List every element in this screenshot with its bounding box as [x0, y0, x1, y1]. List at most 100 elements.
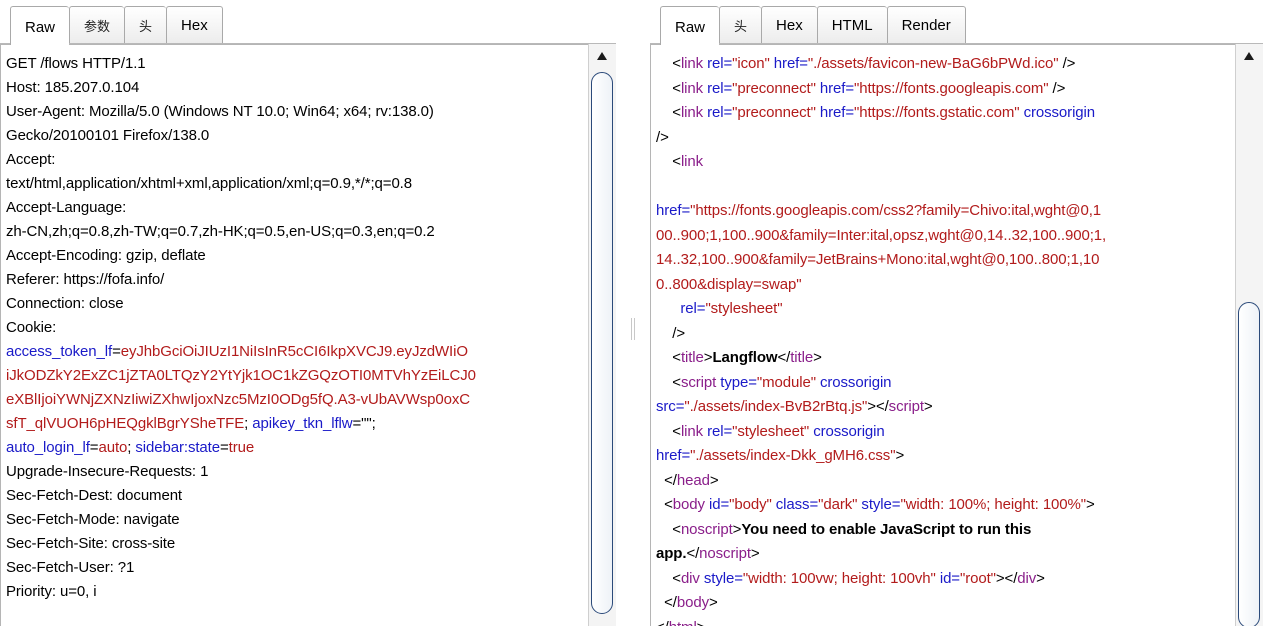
response-token: "body"	[729, 496, 772, 513]
response-token: />	[656, 128, 669, 146]
scroll-thumb[interactable]	[591, 72, 613, 614]
response-token: <	[656, 373, 681, 391]
response-token: noscript	[699, 545, 751, 562]
response-line: />	[656, 126, 1235, 151]
request-line: Gecko/20100101 Firefox/138.0	[6, 124, 588, 148]
response-token: >	[750, 545, 760, 562]
request-token: Sec-Fetch-User: ?1	[6, 559, 135, 576]
request-line: Cookie:	[6, 316, 588, 340]
request-token: text/html,application/xhtml+xml,applicat…	[6, 175, 412, 192]
response-token: "width: 100vw; height: 100vh"	[742, 569, 936, 587]
response-token: script	[888, 398, 924, 415]
response-token: "./assets/index-Dkk_gMH6.css"	[690, 447, 896, 464]
response-token: "preconnect"	[732, 104, 816, 121]
request-token: User-Agent: Mozilla/5.0 (Windows NT 10.0…	[6, 103, 434, 120]
request-lines: GET /flows HTTP/1.1 Host: 185.207.0.104 Us…	[1, 45, 588, 604]
request-token: Cookie:	[6, 319, 57, 336]
tab-headers[interactable]: 头	[124, 6, 167, 44]
request-token: Sec-Fetch-Site: cross-site	[6, 535, 176, 552]
response-tabs: Raw 头 Hex HTML Render	[660, 6, 966, 45]
response-token: ></	[867, 398, 889, 415]
response-token: rel=	[703, 104, 733, 121]
splitter-grip-icon[interactable]	[631, 318, 635, 340]
request-line: Accept-Encoding: gzip, deflate	[6, 244, 588, 268]
tab-render[interactable]: Render	[886, 6, 966, 44]
response-token: "./assets/favicon-new-BaG6bPWd.ico"	[807, 55, 1059, 72]
request-line: Priority: u=0, i	[6, 580, 588, 604]
response-line: <link rel="preconnect" href="https://fon…	[656, 77, 1235, 102]
request-editor[interactable]: GET /flows HTTP/1.1 Host: 185.207.0.104 Us…	[0, 44, 588, 626]
response-lines: <link rel="icon" href="./assets/favicon-…	[651, 45, 1235, 626]
response-line: <title>Langflow</title>	[656, 346, 1235, 371]
tab-headers[interactable]: 头	[719, 6, 762, 44]
response-line	[656, 175, 1235, 200]
request-line: Sec-Fetch-User: ?1	[6, 556, 588, 580]
request-line: Accept:	[6, 148, 588, 172]
request-token: Gecko/20100101 Firefox/138.0	[6, 127, 210, 144]
request-token: zh-CN,zh;q=0.8,zh-TW;q=0.7,zh-HK;q=0.5,e…	[6, 223, 435, 240]
request-line: iJkODZkY2ExZC1jZTA0LTQzY2YtYjk1OC1kZGQzO…	[6, 364, 588, 388]
response-token: <	[656, 569, 681, 587]
response-token: crossorigin	[809, 422, 885, 440]
response-line: <link rel="preconnect" href="https://fon…	[656, 101, 1235, 126]
request-line: GET /flows HTTP/1.1	[6, 52, 588, 76]
request-token: Connection: close	[6, 295, 124, 312]
tab-hex[interactable]: Hex	[761, 6, 817, 44]
response-token: src=	[656, 398, 685, 415]
response-token: <	[656, 422, 681, 440]
response-token: "stylesheet"	[705, 300, 783, 317]
response-token: link	[680, 104, 704, 121]
response-token: 0..800&display=swap"	[656, 275, 802, 293]
response-token: id=	[704, 496, 730, 513]
response-token: 14..32,100..900&family=JetBrains+Mono:it…	[656, 251, 1100, 268]
request-line: User-Agent: Mozilla/5.0 (Windows NT 10.0…	[6, 100, 588, 124]
response-token: "root"	[959, 569, 996, 587]
triangle-up-icon[interactable]	[597, 52, 607, 60]
response-token: script	[680, 373, 717, 391]
response-token: body	[676, 594, 710, 611]
response-editor[interactable]: <link rel="icon" href="./assets/favicon-…	[650, 44, 1235, 626]
response-token: type=	[716, 373, 757, 391]
request-line: Connection: close	[6, 292, 588, 316]
response-token: <	[656, 349, 681, 366]
pane-splitter[interactable]	[616, 0, 650, 626]
triangle-up-icon[interactable]	[1244, 52, 1254, 60]
response-line: </html>	[656, 616, 1235, 626]
tab-html[interactable]: HTML	[816, 6, 887, 44]
response-line: 14..32,100..900&family=JetBrains+Mono:it…	[656, 248, 1235, 273]
tab-hex[interactable]: Hex	[166, 6, 223, 44]
response-line: <body id="body" class="dark" style="widt…	[656, 493, 1235, 518]
request-token: ="";	[352, 415, 376, 432]
request-line: auto_login_lf=auto; sidebar:state=true	[6, 436, 588, 460]
tab-raw[interactable]: Raw	[10, 6, 70, 45]
response-token: >	[1086, 496, 1095, 513]
response-token: "icon"	[732, 55, 770, 72]
scroll-thumb[interactable]	[1238, 302, 1260, 626]
response-token: rel=	[703, 55, 733, 72]
tab-params[interactable]: 参数	[69, 6, 125, 44]
response-line: <link rel="icon" href="./assets/favicon-…	[656, 52, 1235, 77]
request-token: Accept:	[6, 151, 56, 168]
response-token: Langflow	[712, 349, 778, 366]
tab-raw[interactable]: Raw	[660, 6, 720, 45]
response-token: link	[680, 79, 704, 97]
response-token: "module"	[756, 373, 816, 391]
response-tabbar: Raw 头 Hex HTML Render	[650, 0, 1263, 45]
request-token: Accept-Encoding: gzip, deflate	[6, 247, 206, 264]
response-line: app.</noscript>	[656, 542, 1235, 567]
response-line: <link	[656, 150, 1235, 175]
response-token: link	[680, 422, 704, 440]
request-tabbar: Raw 参数 头 Hex	[0, 0, 616, 45]
response-scrollbar[interactable]	[1235, 44, 1263, 626]
response-token: div	[680, 569, 700, 587]
response-token: </	[656, 471, 677, 489]
response-token: </	[656, 619, 669, 626]
response-token: href=	[815, 104, 855, 121]
response-token: noscript	[680, 520, 733, 538]
request-line: Referer: https://fofa.info/	[6, 268, 588, 292]
response-token: html	[669, 619, 697, 626]
response-token: "width: 100%; height: 100%"	[900, 496, 1087, 513]
request-scrollbar[interactable]	[588, 44, 616, 626]
request-line: access_token_lf=eyJhbGciOiJIUzI1NiIsInR5…	[6, 340, 588, 364]
response-token: "preconnect"	[732, 79, 816, 97]
